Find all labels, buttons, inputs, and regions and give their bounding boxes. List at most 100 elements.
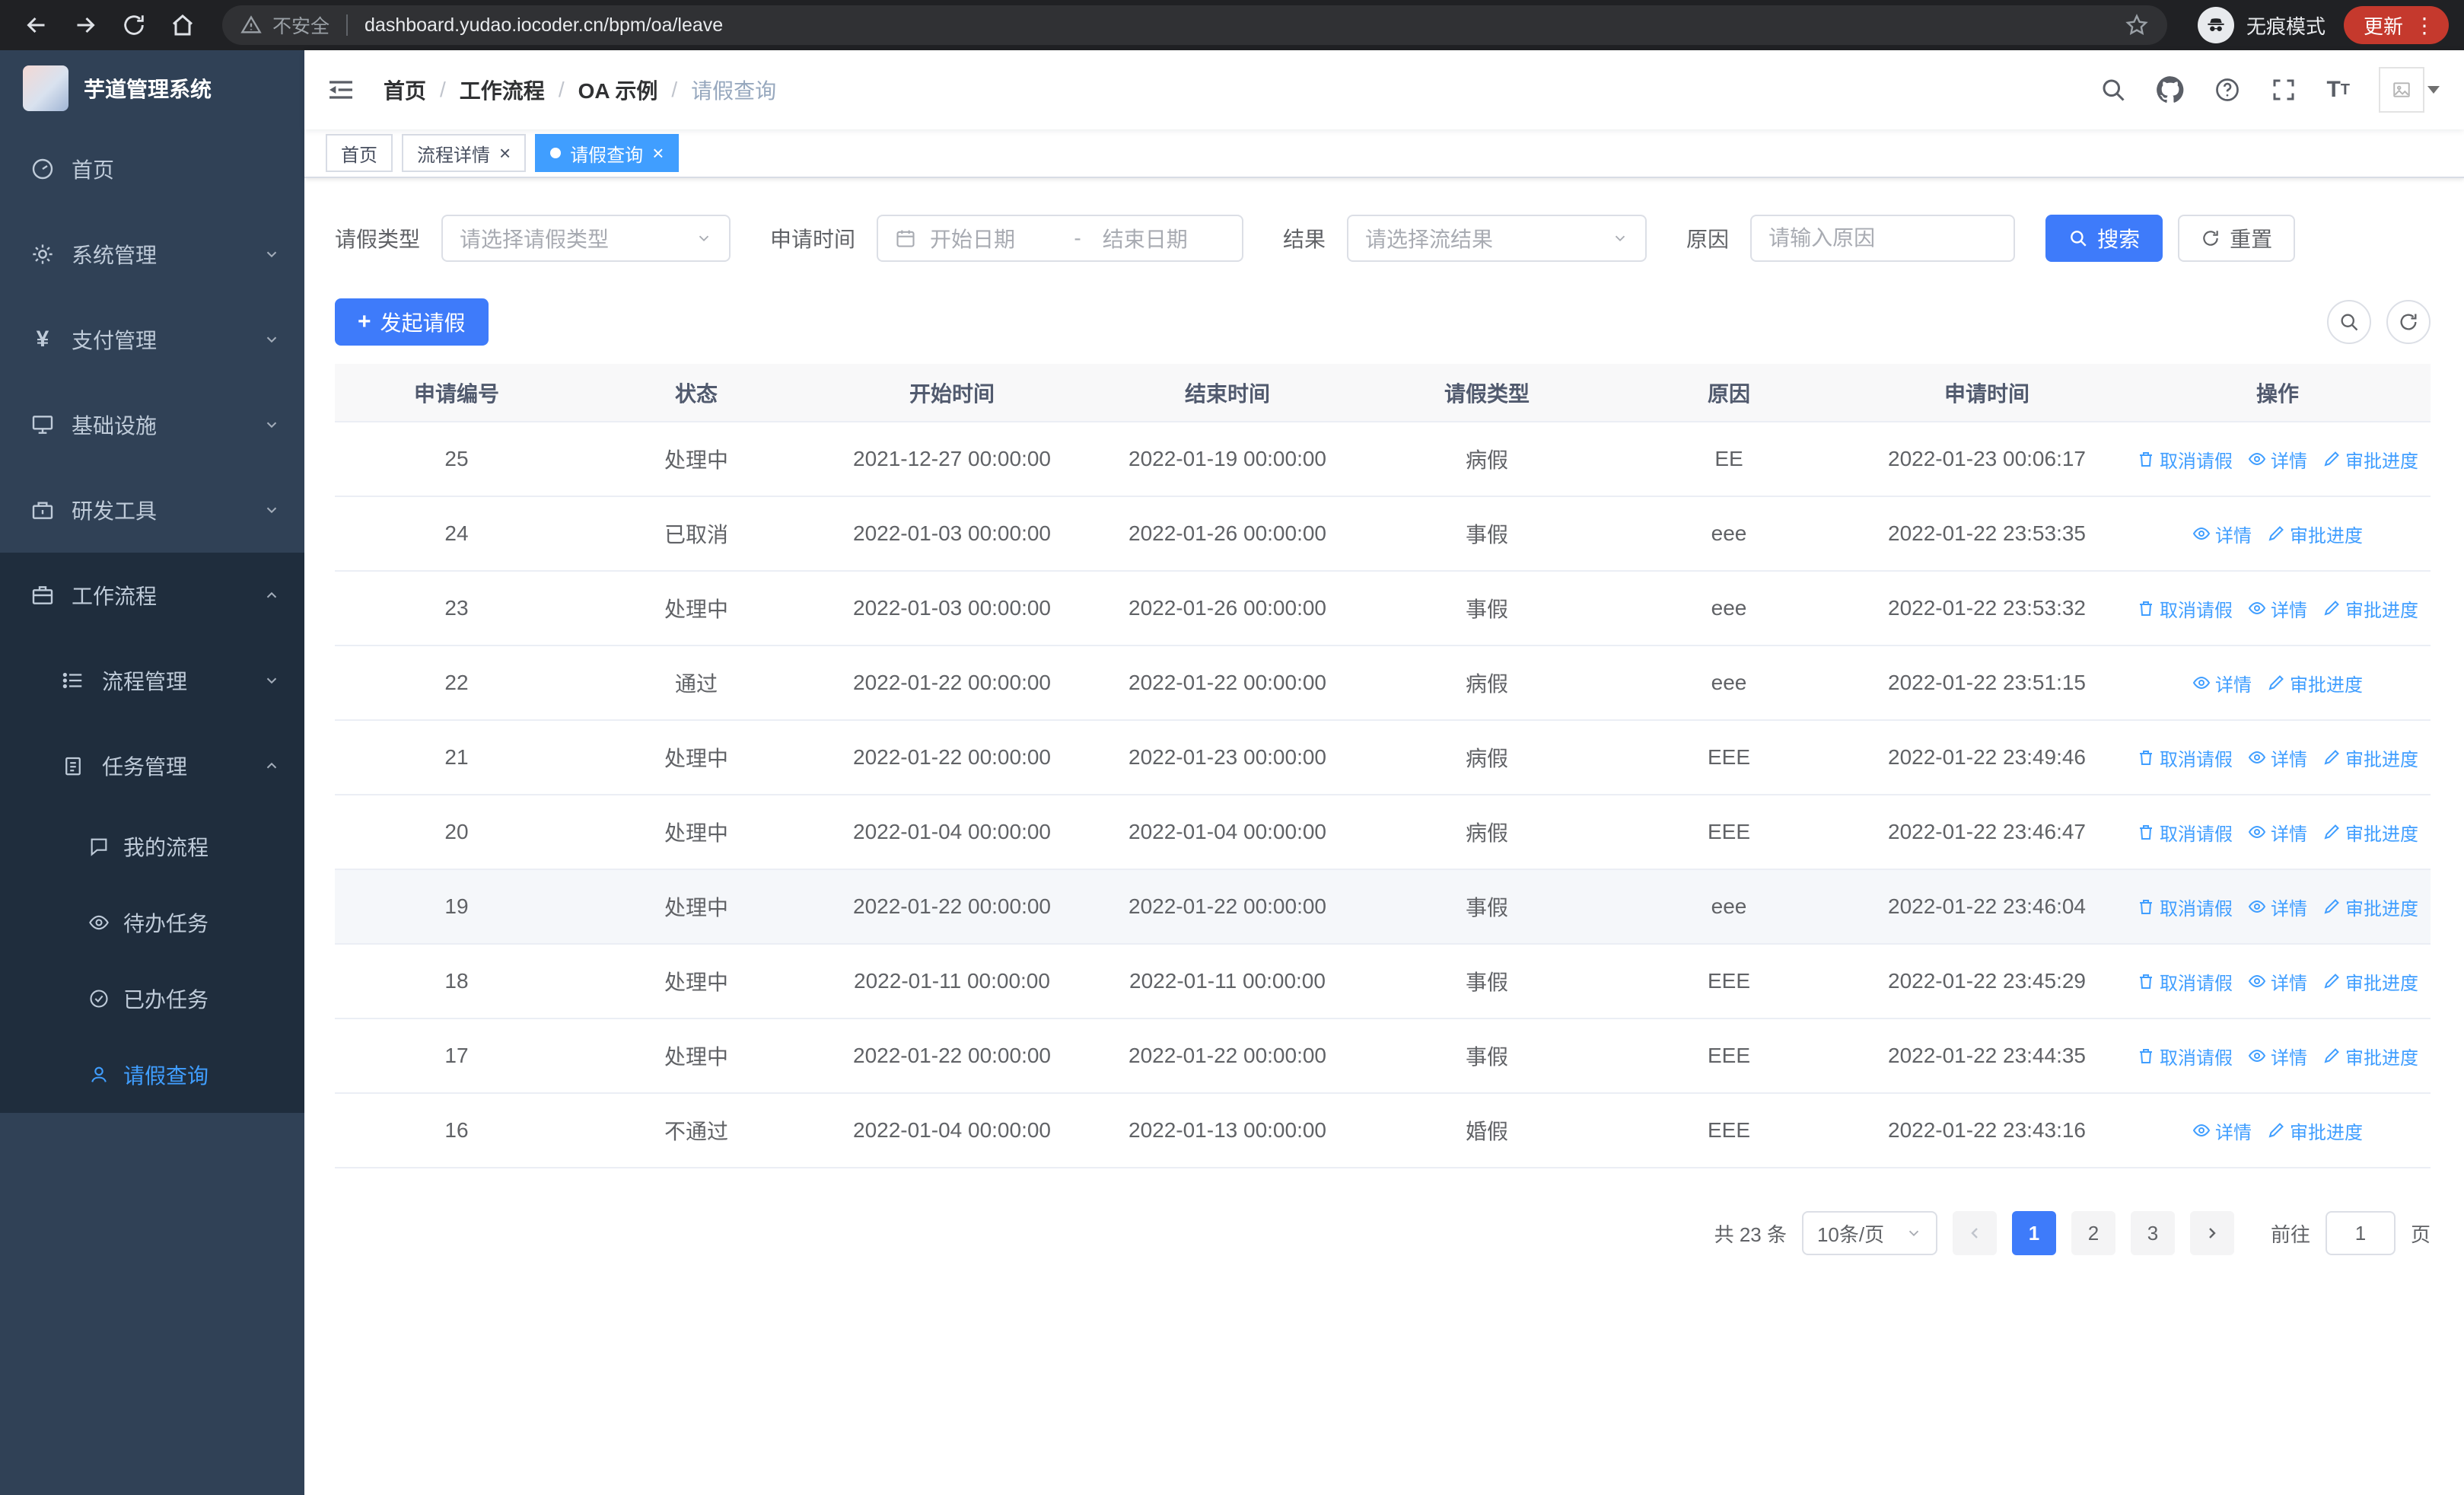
- sidebar-item-leave-query[interactable]: 请假查询: [0, 1037, 304, 1113]
- chevron-down-icon: [263, 416, 280, 433]
- prev-page-button[interactable]: [1952, 1211, 1997, 1255]
- detail-link[interactable]: 详情: [2192, 670, 2252, 696]
- total-count: 共 23 条: [1714, 1222, 1787, 1246]
- goto-page-input[interactable]: [2325, 1211, 2396, 1255]
- breadcrumb-home[interactable]: 首页: [384, 75, 426, 105]
- sidebar-item-process-mgmt[interactable]: 流程管理: [0, 638, 304, 723]
- sidebar-item-label: 请假查询: [123, 1064, 209, 1088]
- page-button-2[interactable]: 2: [2071, 1211, 2115, 1255]
- cell-id: 23: [335, 571, 578, 646]
- back-icon[interactable]: [15, 4, 58, 46]
- close-icon[interactable]: ×: [652, 143, 664, 163]
- column-header-id: 申请编号: [335, 364, 578, 422]
- app-title: 芋道管理系统: [84, 78, 212, 101]
- github-icon[interactable]: [2156, 75, 2185, 104]
- detail-link[interactable]: 详情: [2248, 819, 2307, 846]
- help-icon[interactable]: [2214, 76, 2241, 104]
- cell-actions: 取消请假 详情 审批进度: [2125, 869, 2431, 945]
- detail-link[interactable]: 详情: [2248, 446, 2307, 473]
- refresh-table-button[interactable]: [2386, 300, 2431, 344]
- detail-link[interactable]: 详情: [2248, 894, 2307, 920]
- detail-link[interactable]: 详情: [2248, 968, 2307, 995]
- approval-progress-link[interactable]: 审批进度: [2267, 1117, 2363, 1144]
- cancel-leave-link[interactable]: 取消请假: [2137, 744, 2233, 771]
- approval-progress-link[interactable]: 审批进度: [2322, 819, 2418, 846]
- browser-menu-icon[interactable]: ⋮: [2414, 13, 2435, 38]
- sidebar-fold-icon[interactable]: [326, 75, 356, 105]
- table-body: 25 处理中 2021-12-27 00:00:00 2022-01-19 00:00…: [335, 422, 2431, 1168]
- result-select[interactable]: 请选择流结果: [1347, 215, 1647, 262]
- sidebar-item-workflow[interactable]: 工作流程: [0, 553, 304, 638]
- approval-progress-link[interactable]: 审批进度: [2322, 1043, 2418, 1069]
- cell-reason: eee: [1609, 496, 1849, 572]
- sidebar-item-my-process[interactable]: 我的流程: [0, 808, 304, 885]
- home-icon[interactable]: [161, 4, 204, 46]
- sidebar-item-payment[interactable]: ¥ 支付管理: [0, 297, 304, 382]
- tab-leave-query[interactable]: 请假查询 ×: [535, 134, 680, 172]
- sidebar-item-label: 研发工具: [72, 499, 158, 523]
- update-button[interactable]: 更新 ⋮: [2343, 6, 2449, 44]
- cancel-leave-link[interactable]: 取消请假: [2137, 894, 2233, 920]
- cell-type: 病假: [1365, 720, 1609, 795]
- approval-progress-link[interactable]: 审批进度: [2267, 670, 2363, 696]
- sidebar-item-todo-task[interactable]: 待办任务: [0, 885, 304, 961]
- sidebar-item-devtools[interactable]: 研发工具: [0, 467, 304, 553]
- reason-input[interactable]: [1750, 215, 2016, 262]
- search-button[interactable]: 搜索: [2045, 215, 2163, 262]
- reload-icon[interactable]: [113, 4, 155, 46]
- page-button-1[interactable]: 1: [2011, 1211, 2056, 1255]
- approval-progress-link[interactable]: 审批进度: [2322, 595, 2418, 622]
- sidebar-item-done-task[interactable]: 已办任务: [0, 961, 304, 1037]
- cell-type: 事假: [1365, 1018, 1609, 1094]
- sidebar-item-infra[interactable]: 基础设施: [0, 382, 304, 467]
- divider: [346, 14, 349, 36]
- dashboard-icon: [30, 157, 55, 181]
- user-avatar[interactable]: [2379, 67, 2440, 113]
- approval-progress-link[interactable]: 审批进度: [2322, 446, 2418, 473]
- detail-link[interactable]: 详情: [2192, 521, 2252, 547]
- page-button-3[interactable]: 3: [2130, 1211, 2175, 1255]
- sidebar-item-system[interactable]: 系统管理: [0, 212, 304, 297]
- address-bar[interactable]: 不安全 dashboard.yudao.iocoder.cn/bpm/oa/le…: [222, 5, 2167, 45]
- bookmark-star-icon[interactable]: [2125, 13, 2149, 37]
- cell-id: 21: [335, 720, 578, 795]
- page-unit-label: 页: [2410, 1222, 2431, 1246]
- approval-progress-link[interactable]: 审批进度: [2322, 894, 2418, 920]
- approval-progress-link[interactable]: 审批进度: [2322, 968, 2418, 995]
- next-page-button[interactable]: [2189, 1211, 2234, 1255]
- leave-type-select[interactable]: 请选择请假类型: [441, 215, 731, 262]
- cell-status: 处理中: [578, 422, 814, 497]
- tab-process-detail[interactable]: 流程详情 ×: [402, 134, 527, 172]
- search-icon[interactable]: [2099, 76, 2127, 104]
- detail-link[interactable]: 详情: [2192, 1117, 2252, 1144]
- font-size-icon[interactable]: TT: [2326, 78, 2350, 101]
- close-icon[interactable]: ×: [499, 143, 511, 163]
- cell-id: 25: [335, 422, 578, 497]
- sidebar-item-home[interactable]: 首页: [0, 126, 304, 212]
- detail-link[interactable]: 详情: [2248, 1043, 2307, 1069]
- fullscreen-icon[interactable]: [2270, 76, 2297, 104]
- security-label[interactable]: 不安全: [272, 11, 329, 39]
- forward-icon[interactable]: [64, 4, 107, 46]
- reset-button[interactable]: 重置: [2178, 215, 2296, 262]
- approval-progress-link[interactable]: 审批进度: [2322, 744, 2418, 771]
- approval-progress-link[interactable]: 审批进度: [2267, 521, 2363, 547]
- cancel-leave-link[interactable]: 取消请假: [2137, 968, 2233, 995]
- sidebar-item-label: 基础设施: [72, 414, 158, 438]
- detail-link[interactable]: 详情: [2248, 595, 2307, 622]
- create-leave-button[interactable]: + 发起请假: [335, 298, 489, 346]
- detail-link[interactable]: 详情: [2248, 744, 2307, 771]
- cancel-leave-link[interactable]: 取消请假: [2137, 1043, 2233, 1069]
- url-text: dashboard.yudao.iocoder.cn/bpm/oa/leave: [365, 14, 724, 36]
- cell-end: 2022-01-22 00:00:00: [1090, 645, 1365, 721]
- cancel-leave-link[interactable]: 取消请假: [2137, 595, 2233, 622]
- cancel-leave-link[interactable]: 取消请假: [2137, 446, 2233, 473]
- apply-time-range-picker[interactable]: 开始日期 - 结束日期: [877, 215, 1244, 262]
- cancel-leave-link[interactable]: 取消请假: [2137, 819, 2233, 846]
- tab-home[interactable]: 首页: [326, 134, 393, 172]
- cell-reason: EEE: [1609, 1018, 1849, 1094]
- sidebar-item-task-mgmt[interactable]: 任务管理: [0, 723, 304, 808]
- page-size-select[interactable]: 10条/页: [1801, 1211, 1937, 1255]
- toggle-search-button[interactable]: [2327, 300, 2371, 344]
- reason-label: 原因: [1686, 228, 1730, 251]
